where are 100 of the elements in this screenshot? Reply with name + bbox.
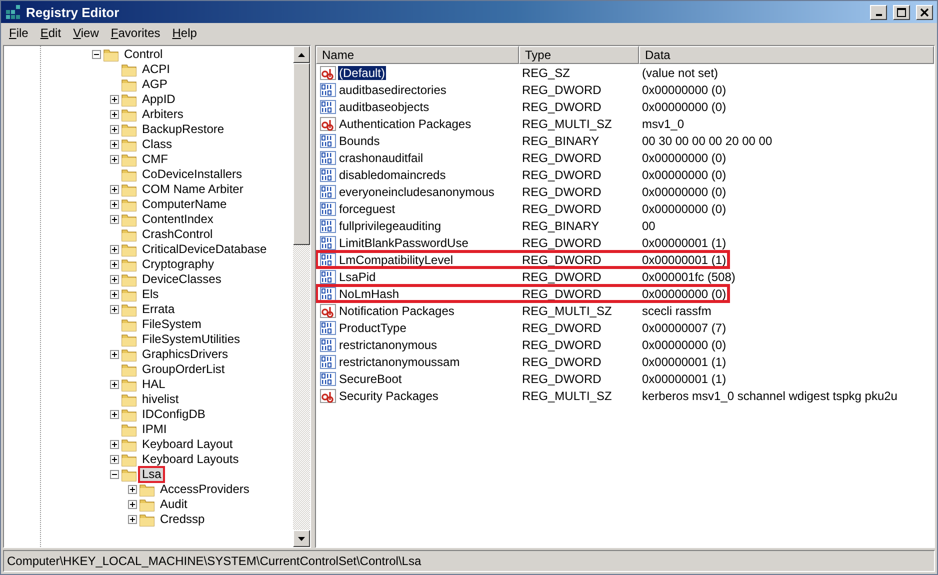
column-header[interactable]: Data [639,46,934,64]
expand-toggle[interactable] [110,260,119,269]
value-name[interactable]: Security Packages [338,388,440,402]
value-type: REG_DWORD [521,184,602,198]
column-header[interactable]: Name [316,46,519,64]
expand-toggle[interactable] [110,95,119,104]
tree-item[interactable]: CMF [140,153,170,166]
folder-icon [121,318,137,332]
expand-toggle[interactable] [128,500,137,509]
maximize-icon [897,8,906,16]
tree-item[interactable]: Keyboard Layout [140,438,235,451]
collapse-toggle[interactable] [92,50,101,59]
maximize-button[interactable] [893,4,910,20]
tree-item[interactable]: Credssp [158,513,207,526]
value-name[interactable]: auditbasedirectories [338,82,448,96]
value-name[interactable]: LimitBlankPasswordUse [338,236,470,250]
tree-item[interactable]: Class [140,138,174,151]
value-name[interactable]: everyoneincludesanonymous [338,184,496,198]
folder-icon [121,108,137,122]
tree-item[interactable]: FileSystemUtilities [140,333,242,346]
value-name[interactable]: (Default) [338,66,386,80]
value-name[interactable]: forceguest [338,202,396,216]
tree-item[interactable]: CoDeviceInstallers [140,168,244,181]
tree-item[interactable]: Control [122,48,165,61]
tree-item[interactable]: ComputerName [140,198,229,211]
value-name[interactable]: restrictanonymous [338,338,438,352]
value-name[interactable]: LsaPid [338,270,377,284]
tree-item[interactable]: BackupRestore [140,123,226,136]
expand-toggle[interactable] [110,455,119,464]
expand-toggle[interactable] [110,245,119,254]
folder-icon [121,122,137,136]
tree-item[interactable]: AGP [140,78,170,91]
expand-toggle[interactable] [110,275,119,284]
value-name[interactable]: Notification Packages [338,304,456,318]
binary-value-icon [320,354,336,368]
expand-toggle[interactable] [110,140,119,149]
tree-item[interactable]: CrashControl [140,228,215,241]
menu-item[interactable]: Favorites [104,26,166,40]
value-name[interactable]: disabledomaincreds [338,168,447,182]
value-name[interactable]: fullprivilegeauditing [338,218,442,232]
tree-item[interactable]: DeviceClasses [140,273,224,286]
tree-item[interactable]: IDConfigDB [140,408,208,421]
value-name[interactable]: Authentication Packages [338,116,472,130]
minimize-button[interactable] [870,4,887,20]
minus-icon [94,52,99,57]
value-name[interactable]: LmCompatibilityLevel [338,252,454,266]
tree-item[interactable]: CriticalDeviceDatabase [140,243,269,256]
column-header[interactable]: Type [519,46,639,64]
expand-toggle[interactable] [110,155,119,164]
value-name[interactable]: NoLmHash [338,286,400,300]
tree-item[interactable]: GraphicsDrivers [140,348,230,361]
tree-item[interactable]: Audit [158,498,190,511]
expand-toggle[interactable] [128,485,137,494]
registry-app-icon [5,4,21,20]
expand-toggle[interactable] [110,350,119,359]
menu-item[interactable]: Edit [34,26,68,40]
tree-item[interactable]: hivelist [140,393,181,406]
tree-item[interactable]: Els [140,288,161,301]
close-button[interactable] [916,4,933,20]
menu-item[interactable]: Help [166,26,203,40]
collapse-toggle[interactable] [110,470,119,479]
scroll-down-button[interactable] [293,530,310,547]
tree-item[interactable]: GroupOrderList [140,363,227,376]
expand-toggle[interactable] [110,110,119,119]
scroll-up-button[interactable] [293,46,310,63]
tree-item[interactable]: IPMI [140,423,169,436]
tree-item[interactable]: HAL [140,378,168,391]
expand-toggle[interactable] [110,290,119,299]
value-name[interactable]: restrictanonymoussam [338,354,461,368]
tree-item[interactable]: AppID [140,93,178,106]
expand-toggle[interactable] [110,125,119,134]
expand-toggle[interactable] [110,380,119,389]
tree-item[interactable]: Keyboard Layouts [140,453,241,466]
value-name[interactable]: crashonauditfail [338,150,424,164]
expand-toggle[interactable] [110,410,119,419]
expand-toggle[interactable] [110,200,119,209]
vertical-scrollbar[interactable] [293,46,310,547]
tree-item[interactable]: Lsa [140,468,164,481]
menu-item[interactable]: View [67,26,105,40]
plus-icon [112,142,117,147]
value-name[interactable]: Bounds [338,134,381,148]
expand-toggle[interactable] [128,515,137,524]
value-type: REG_DWORD [521,270,602,284]
tree-item[interactable]: AccessProviders [158,483,252,496]
value-name[interactable]: SecureBoot [338,372,403,386]
menu-item[interactable]: File [3,26,34,40]
value-name[interactable]: auditbaseobjects [338,100,430,114]
value-name[interactable]: ProductType [338,320,408,334]
tree-item[interactable]: ContentIndex [140,213,216,226]
expand-toggle[interactable] [110,215,119,224]
expand-toggle[interactable] [110,185,119,194]
expand-toggle[interactable] [110,440,119,449]
tree-item[interactable]: COM Name Arbiter [140,183,246,196]
expand-toggle[interactable] [110,305,119,314]
tree-item[interactable]: FileSystem [140,318,204,331]
tree-item[interactable]: ACPI [140,63,172,76]
folder-icon [121,302,137,316]
tree-item[interactable]: Arbiters [140,108,186,121]
tree-item[interactable]: Errata [140,303,177,316]
tree-item[interactable]: Cryptography [140,258,216,271]
